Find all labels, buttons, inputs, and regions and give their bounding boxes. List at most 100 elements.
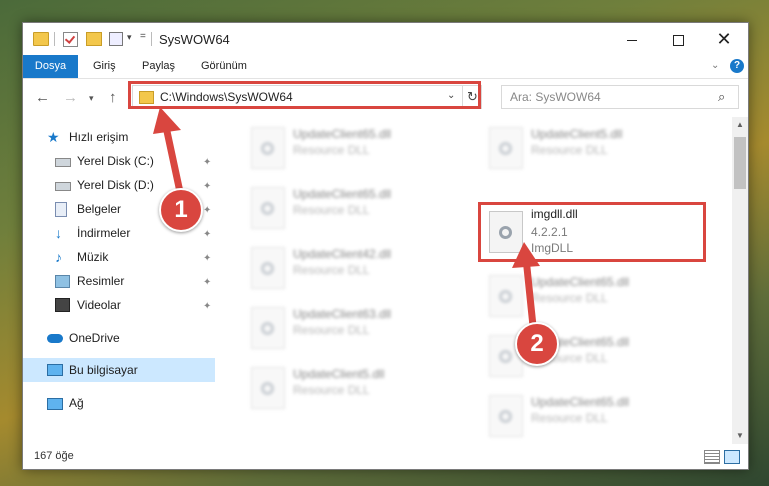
dll-file-icon bbox=[251, 187, 285, 229]
file-item[interactable]: UpdateClient42.dll Resource DLL bbox=[243, 239, 465, 295]
sidebar-item-label: İndirmeler bbox=[77, 226, 131, 240]
navigation-bar: ← → ▾ ↑ C:\Windows\SysWOW64 ⌄ ↻ Ara: Sys… bbox=[23, 79, 748, 117]
scroll-down-icon[interactable]: ▼ bbox=[736, 431, 744, 440]
details-view-icon[interactable] bbox=[704, 450, 720, 464]
chevron-down-icon[interactable]: ▾ bbox=[127, 32, 132, 43]
tab-view[interactable]: Görünüm bbox=[201, 55, 247, 78]
ribbon-tabs: Dosya Giriş Paylaş Görünüm ⌄ ? bbox=[23, 55, 748, 79]
dll-file-icon bbox=[251, 127, 285, 169]
maximize-icon bbox=[672, 34, 684, 46]
file-description: Resource DLL bbox=[293, 383, 370, 397]
file-list: UpdateClient65.dll Resource DLL UpdateCl… bbox=[215, 117, 732, 444]
scroll-up-icon[interactable]: ▲ bbox=[736, 120, 744, 129]
scroll-thumb[interactable] bbox=[734, 137, 746, 189]
file-name: UpdateClient65.dll bbox=[531, 395, 630, 409]
onedrive-icon bbox=[47, 334, 63, 343]
back-button[interactable]: ← bbox=[35, 89, 50, 106]
minimize-button[interactable] bbox=[609, 23, 655, 55]
pin-icon[interactable]: ✦ bbox=[203, 157, 211, 168]
explorer-window: ▾ = SysWOW64 ✕ Dosya Giriş Paylaş Görünü… bbox=[22, 22, 749, 470]
sidebar-item-label: Yerel Disk (D:) bbox=[77, 178, 154, 192]
disk-icon bbox=[55, 182, 71, 191]
search-icon[interactable]: ⌕ bbox=[718, 89, 725, 105]
vertical-scrollbar[interactable]: ▲ ▼ bbox=[732, 117, 748, 444]
navigation-pane: ★ Hızlı erişim Yerel Disk (C:) ✦ Yerel D… bbox=[23, 117, 215, 444]
sidebar-item-label: Belgeler bbox=[77, 202, 122, 216]
file-item[interactable]: UpdateClient5.dll Resource DLL bbox=[243, 359, 465, 415]
dll-file-icon bbox=[251, 307, 285, 349]
maximize-button[interactable] bbox=[655, 23, 701, 55]
tab-share[interactable]: Paylaş bbox=[142, 55, 175, 78]
minimize-icon bbox=[627, 39, 637, 41]
sidebar-item-label: Resimler bbox=[77, 274, 125, 288]
toolbar-separator bbox=[151, 32, 152, 46]
download-icon: ↓ bbox=[55, 225, 62, 241]
rename-icon[interactable] bbox=[109, 32, 123, 46]
file-name: UpdateClient5.dll bbox=[293, 367, 385, 381]
file-description: Resource DLL bbox=[293, 323, 370, 337]
properties-check-icon[interactable] bbox=[63, 32, 78, 47]
file-highlight-box bbox=[478, 202, 706, 262]
search-box[interactable]: Ara: SysWOW64 ⌕ bbox=[501, 85, 739, 109]
file-item[interactable]: UpdateClient65.dll Resource DLL bbox=[243, 119, 465, 175]
pin-icon[interactable]: ✦ bbox=[203, 253, 211, 264]
search-input[interactable]: Ara: SysWOW64 bbox=[510, 90, 601, 104]
recent-locations-icon[interactable]: ▾ bbox=[89, 93, 94, 104]
sidebar-item-label: Yerel Disk (C:) bbox=[77, 154, 154, 168]
sidebar-item-label: OneDrive bbox=[69, 331, 120, 345]
file-name: UpdateClient65.dll bbox=[293, 127, 392, 141]
file-description: Resource DLL bbox=[293, 263, 370, 277]
file-description: Resource DLL bbox=[293, 203, 370, 217]
expand-ribbon-icon[interactable]: ⌄ bbox=[711, 60, 719, 71]
window-title: SysWOW64 bbox=[159, 32, 230, 47]
pin-icon[interactable]: ✦ bbox=[203, 181, 211, 192]
file-description: Resource DLL bbox=[293, 143, 370, 157]
pin-icon[interactable]: ✦ bbox=[203, 301, 211, 312]
dll-file-icon bbox=[489, 127, 523, 169]
network-icon bbox=[47, 398, 63, 410]
file-description: Resource DLL bbox=[531, 411, 608, 425]
computer-icon bbox=[47, 364, 63, 376]
customize-quick-access-icon[interactable]: = bbox=[140, 31, 146, 42]
toolbar-separator bbox=[54, 32, 55, 46]
new-folder-icon[interactable] bbox=[86, 32, 102, 46]
sidebar-item-label: Videolar bbox=[77, 298, 121, 312]
folder-icon bbox=[33, 32, 49, 46]
address-highlight-box bbox=[128, 81, 481, 109]
file-description: Resource DLL bbox=[531, 291, 608, 305]
file-item[interactable]: UpdateClient65.dll Resource DLL bbox=[243, 179, 465, 235]
item-count: 167 öğe bbox=[34, 450, 74, 462]
file-item[interactable]: UpdateClient63.dll Resource DLL bbox=[243, 299, 465, 355]
step-badge-1: 1 bbox=[159, 188, 203, 232]
tiles-view-icon[interactable] bbox=[724, 450, 740, 464]
file-item[interactable]: UpdateClient65.dll Resource DLL bbox=[481, 267, 703, 323]
sidebar-item-label: Ağ bbox=[69, 396, 84, 410]
up-button[interactable]: ↑ bbox=[109, 89, 117, 106]
star-icon: ★ bbox=[47, 129, 60, 145]
sidebar-item-label: Hızlı erişim bbox=[69, 130, 129, 144]
disk-icon bbox=[55, 158, 71, 167]
dll-file-icon bbox=[489, 275, 523, 317]
document-icon bbox=[55, 202, 67, 217]
tab-file[interactable]: Dosya bbox=[23, 55, 78, 78]
sidebar-item-label: Bu bilgisayar bbox=[69, 363, 138, 377]
pin-icon[interactable]: ✦ bbox=[203, 229, 211, 240]
step-badge-2: 2 bbox=[515, 322, 559, 366]
file-item[interactable]: UpdateClient5.dll Resource DLL bbox=[481, 119, 703, 175]
tab-home[interactable]: Giriş bbox=[93, 55, 116, 78]
close-button[interactable]: ✕ bbox=[701, 23, 747, 55]
pin-icon[interactable]: ✦ bbox=[203, 205, 211, 216]
forward-button[interactable]: → bbox=[63, 89, 78, 106]
file-item[interactable]: UpdateClient65.dll Resource DLL bbox=[481, 327, 703, 383]
dll-file-icon bbox=[489, 395, 523, 437]
file-name: UpdateClient65.dll bbox=[531, 275, 630, 289]
file-item[interactable]: UpdateClient65.dll Resource DLL bbox=[481, 387, 703, 443]
dll-file-icon bbox=[251, 367, 285, 409]
pin-icon[interactable]: ✦ bbox=[203, 277, 211, 288]
file-name: UpdateClient65.dll bbox=[293, 187, 392, 201]
file-description: Resource DLL bbox=[531, 143, 608, 157]
video-icon bbox=[55, 298, 70, 312]
dll-file-icon bbox=[251, 247, 285, 289]
status-bar: 167 öğe bbox=[23, 444, 748, 469]
help-icon[interactable]: ? bbox=[730, 59, 744, 73]
